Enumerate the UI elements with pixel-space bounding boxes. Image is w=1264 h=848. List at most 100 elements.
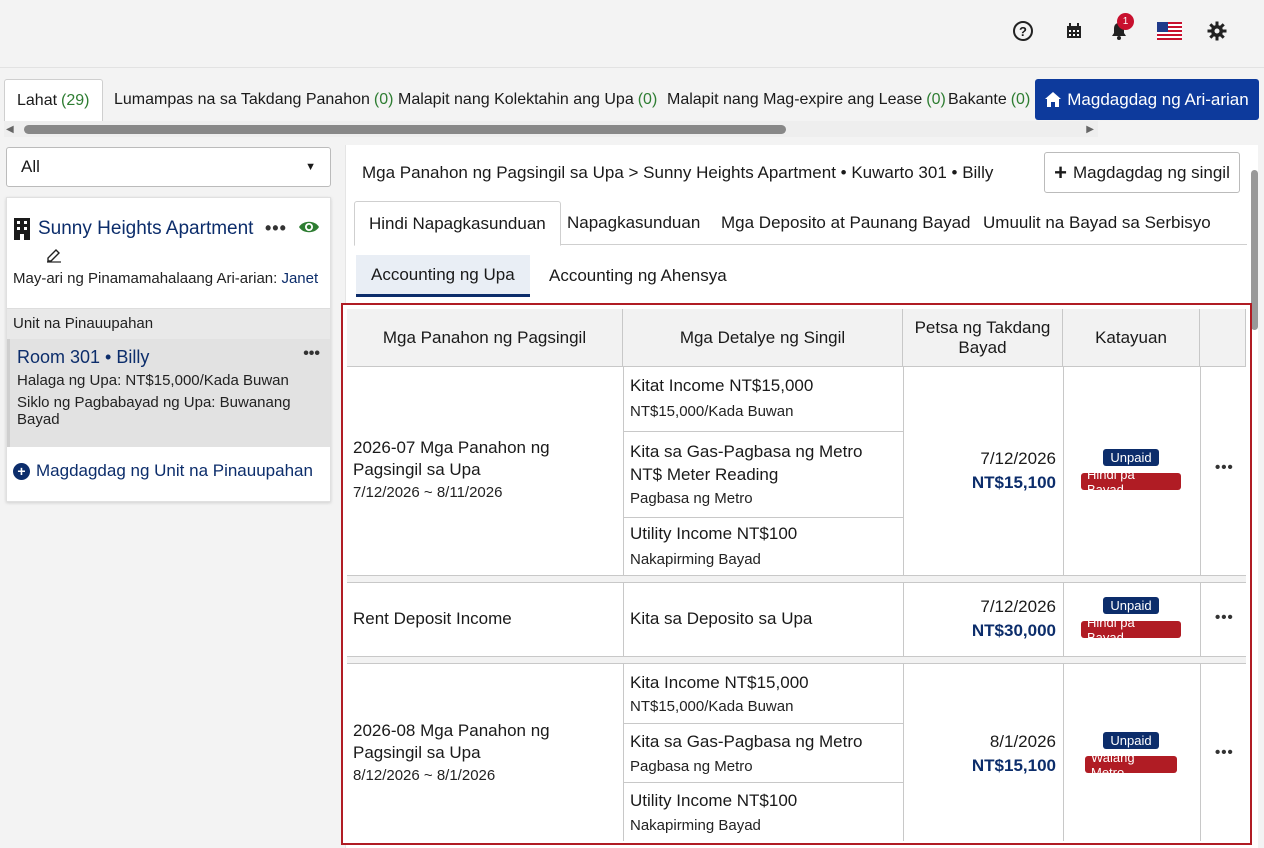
- table-row: Rent Deposit Income Kita sa Deposito sa …: [347, 583, 1246, 657]
- add-property-button[interactable]: Magdagdag ng Ari-arian: [1035, 79, 1259, 120]
- billing-period-title: Rent Deposit Income: [353, 609, 512, 628]
- status-badge: Hindi pa Bayad: [1081, 615, 1181, 645]
- unit-item[interactable]: Room 301 • Billy ••• Halaga ng Upa: NT$1…: [7, 339, 330, 447]
- status-badge: Unpaid: [1103, 597, 1159, 614]
- billing-period-range: 8/12/2026 ~ 8/1/2026: [353, 767, 496, 784]
- property-name[interactable]: Sunny Heights Apartment: [38, 218, 253, 240]
- tab-settled[interactable]: Napagkasunduan: [553, 201, 714, 245]
- due-date: 8/1/2026: [989, 732, 1056, 751]
- owner-label: May-ari ng Pinamamahalaang Ari-arian:: [13, 270, 282, 287]
- building-icon: [13, 218, 31, 245]
- tab-deposits[interactable]: Mga Deposito at Paunang Bayad: [707, 201, 985, 245]
- property-owner: May-ari ng Pinamamahalaang Ari-arian: Ja…: [13, 270, 318, 287]
- status-badge: Hindi pa Bayad: [1081, 467, 1181, 497]
- chevron-down-icon: ▼: [305, 161, 316, 173]
- charge-title: Kitat Income NT$15,000: [630, 376, 814, 395]
- tab-recurring-fees[interactable]: Umuulit na Bayad sa Serbisyo: [969, 201, 1225, 245]
- tab-agency-accounting[interactable]: Accounting ng Ahensya: [534, 255, 742, 297]
- charge-title: Utility Income NT$100: [630, 791, 798, 810]
- charge-subtitle: Nakapirming Bayad: [630, 817, 761, 834]
- owner-name: Janet: [281, 270, 319, 287]
- charge-title: Kita sa Gas-Pagbasa ng Metro: [630, 732, 863, 751]
- tab-vacant[interactable]: Bakante (0): [948, 79, 1030, 121]
- filter-value: All: [21, 157, 40, 176]
- billing-table: Mga Panahon ng Pagsingil Mga Detalye ng …: [341, 303, 1252, 845]
- billing-period-title: 2026-07 Mga Panahon ng Pagsingil sa Upa: [353, 438, 550, 479]
- column-header-actions: [1200, 309, 1246, 367]
- more-options-icon[interactable]: •••: [265, 218, 287, 239]
- charge-subtitle: Pagbasa ng Metro: [630, 758, 753, 775]
- tab-count: (0): [1010, 91, 1031, 108]
- table-row: 2026-07 Mga Panahon ng Pagsingil sa Upa …: [347, 367, 1246, 576]
- edit-icon[interactable]: [46, 247, 62, 268]
- tab-lease-expiring[interactable]: Malapit nang Mag-expire ang Lease (0): [667, 79, 946, 121]
- charge-subtitle: Pagbasa ng Metro: [630, 490, 753, 507]
- row-separator: [347, 576, 1246, 583]
- tab-all[interactable]: Lahat (29): [4, 79, 103, 121]
- property-card: Sunny Heights Apartment ••• May-ari ng P…: [6, 197, 331, 502]
- tab-rent-accounting[interactable]: Accounting ng Upa: [356, 255, 530, 297]
- units-header: Unit na Pinauupahan: [7, 308, 330, 339]
- column-header: Katayuan: [1063, 309, 1200, 367]
- due-amount: NT$30,000: [971, 621, 1056, 640]
- plus-circle-icon: +: [13, 462, 30, 480]
- unit-name: Room 301 • Billy: [17, 347, 150, 367]
- tab-rent-due-soon[interactable]: Malapit nang Kolektahin ang Upa (0): [398, 79, 657, 121]
- settlement-tabs: Hindi Napagkasunduan Napagkasunduan Mga …: [354, 201, 1247, 246]
- charge-title: Kita sa Deposito sa Upa: [630, 609, 813, 628]
- charge-subtitle: NT$15,000/Kada Buwan: [630, 403, 794, 420]
- home-icon: [1045, 92, 1062, 107]
- charge-subtitle: Nakapirming Bayad: [630, 551, 761, 568]
- billing-period-title: 2026-08 Mga Panahon ng Pagsingil sa Upa: [353, 721, 550, 762]
- column-header: Mga Panahon ng Pagsingil: [347, 309, 623, 367]
- unit-payment-cycle: Siklo ng Pagbabayad ng Upa: Buwanang Bay…: [17, 394, 291, 428]
- tab-label: Lahat: [17, 91, 58, 109]
- property-filter-select[interactable]: All ▼: [6, 147, 331, 187]
- table-row: 2026-08 Mga Panahon ng Pagsingil sa Upa …: [347, 664, 1246, 841]
- scroll-right-icon[interactable]: ▶: [1086, 124, 1094, 135]
- add-unit-link[interactable]: + Magdagdag ng Unit na Pinauupahan: [13, 461, 313, 481]
- scroll-thumb[interactable]: [1251, 170, 1258, 330]
- more-options-icon[interactable]: •••: [1215, 609, 1234, 626]
- charge-title: Kita sa Gas-Pagbasa ng Metro NT$ Meter R…: [630, 442, 863, 484]
- scroll-thumb[interactable]: [24, 125, 786, 134]
- notification-badge: 1: [1117, 13, 1134, 30]
- add-charge-button[interactable]: + Magdagdag ng singil: [1044, 152, 1240, 193]
- calendar-icon[interactable]: [1063, 20, 1085, 42]
- more-options-icon[interactable]: •••: [1215, 744, 1234, 761]
- top-bar: ? 1: [0, 0, 1264, 68]
- charge-subtitle: NT$15,000/Kada Buwan: [630, 698, 794, 715]
- breadcrumb: Mga Panahon ng Pagsingil sa Upa > Sunny …: [362, 163, 994, 182]
- due-date: 7/12/2026: [980, 597, 1056, 616]
- more-options-icon[interactable]: •••: [303, 345, 320, 363]
- unit-rent: Halaga ng Upa: NT$15,000/Kada Buwan: [17, 372, 289, 389]
- due-date: 7/12/2026: [980, 449, 1056, 468]
- add-unit-label: Magdagdag ng Unit na Pinauupahan: [36, 461, 313, 480]
- more-options-icon[interactable]: •••: [1215, 459, 1234, 476]
- tab-count: (29): [61, 91, 90, 109]
- status-badge: Walang Metro: [1085, 750, 1177, 780]
- due-amount: NT$15,100: [971, 756, 1056, 775]
- tab-count: (0): [637, 91, 658, 108]
- eye-icon[interactable]: [298, 220, 320, 239]
- add-charge-label: Magdagdag ng singil: [1072, 162, 1230, 182]
- tab-count: (0): [373, 91, 394, 108]
- scroll-left-icon[interactable]: ◀: [6, 124, 14, 135]
- tab-label: Malapit nang Kolektahin ang Upa: [398, 91, 634, 108]
- us-flag-icon[interactable]: [1157, 22, 1182, 40]
- charge-title: Utility Income NT$100: [630, 524, 798, 543]
- column-header: Mga Detalye ng Singil: [623, 309, 903, 367]
- tab-label: Lumampas na sa Takdang Panahon: [114, 91, 370, 108]
- status-badge: Unpaid: [1103, 449, 1159, 466]
- tab-label: Malapit nang Mag-expire ang Lease: [667, 91, 923, 108]
- due-amount: NT$15,100: [971, 473, 1056, 492]
- help-icon[interactable]: ?: [1012, 20, 1034, 42]
- gear-icon[interactable]: [1206, 20, 1228, 42]
- status-badge: Unpaid: [1103, 732, 1159, 749]
- row-separator: [347, 657, 1246, 664]
- tab-unsettled[interactable]: Hindi Napagkasunduan: [354, 201, 561, 246]
- tab-label: Bakante: [948, 91, 1007, 108]
- horizontal-scrollbar[interactable]: ◀ ▶: [4, 121, 1098, 137]
- column-header: Petsa ng Takdang Bayad: [903, 309, 1063, 367]
- tab-overdue[interactable]: Lumampas na sa Takdang Panahon (0): [114, 79, 393, 121]
